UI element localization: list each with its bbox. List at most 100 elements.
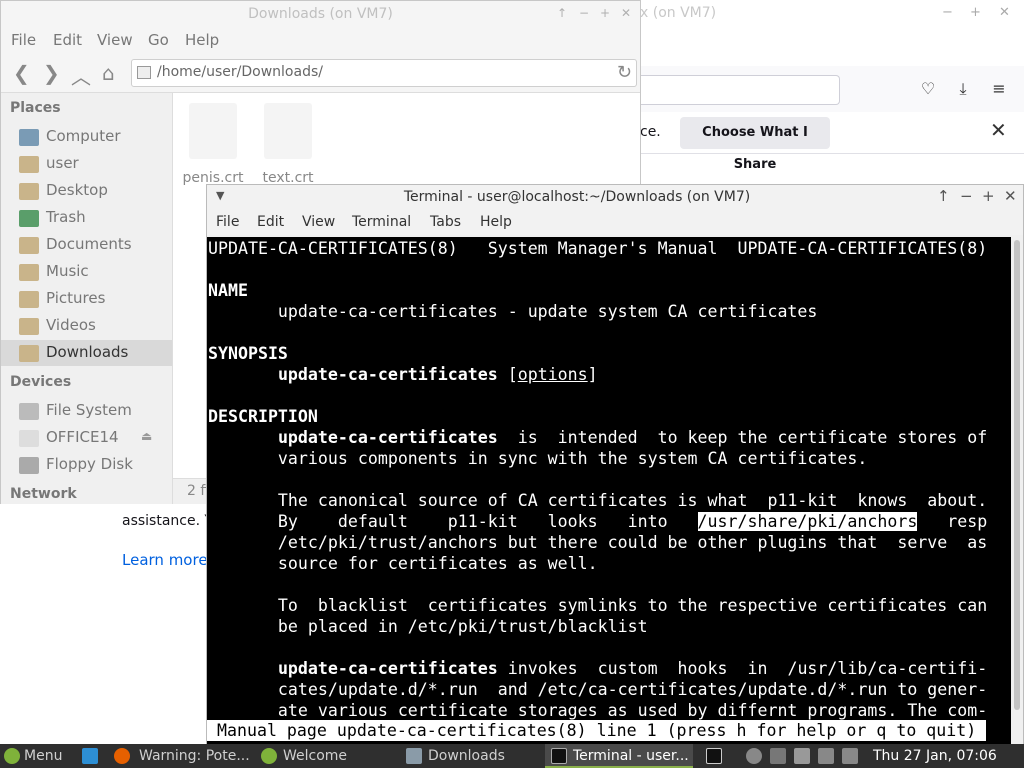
- pin-icon[interactable]: ↑: [937, 187, 950, 205]
- terminal-scrollbar[interactable]: [1011, 237, 1023, 744]
- menu-edit[interactable]: Edit: [53, 31, 82, 49]
- menu-view[interactable]: View: [302, 214, 335, 230]
- selected-text: /usr/share/pki/anchors: [697, 512, 918, 531]
- show-desktop-icon[interactable]: [82, 748, 98, 764]
- file-manager-toolbar: ❮ ❯ ︿ ⌂ /home/user/Downloads/ ↻: [1, 53, 640, 93]
- location-path: /home/user/Downloads/: [157, 64, 323, 80]
- home-icon[interactable]: ⌂: [102, 61, 115, 85]
- floppy-icon: [19, 457, 39, 474]
- network-icon[interactable]: [818, 748, 834, 764]
- file-item[interactable]: penis.crt: [173, 103, 253, 193]
- hamburger-menu-icon[interactable]: ≡: [987, 79, 1011, 99]
- man-section-heading: DESCRIPTION: [208, 407, 318, 426]
- menu-view[interactable]: View: [97, 31, 133, 49]
- download-folder-icon: [19, 345, 39, 362]
- menu-terminal[interactable]: Terminal: [352, 214, 411, 230]
- certificate-file-icon: [264, 103, 312, 159]
- learn-more-link[interactable]: Learn more: [122, 551, 208, 569]
- eject-icon[interactable]: ⏏: [141, 429, 152, 443]
- man-line: /etc/pki/trust/anchors but there could b…: [208, 533, 988, 552]
- folder-icon: [406, 748, 422, 764]
- taskbar-item-label: Terminal - user...: [573, 748, 689, 764]
- taskbar-item-downloads[interactable]: Downloads: [400, 744, 540, 768]
- terminal-window: ▼ Terminal - user@localhost:~/Downloads …: [206, 184, 1024, 744]
- sidebar-item-label: Music: [46, 262, 89, 280]
- menu-tabs[interactable]: Tabs: [430, 214, 461, 230]
- back-icon[interactable]: ❮: [13, 61, 30, 85]
- terminal-launcher-icon[interactable]: [706, 748, 722, 764]
- file-manager-titlebar: Downloads (on VM7) ↑ − + ✕: [1, 1, 640, 29]
- forward-icon[interactable]: ❯: [43, 61, 60, 85]
- pin-icon[interactable]: ↑: [557, 6, 567, 20]
- taskbar-item-welcome[interactable]: Welcome: [255, 744, 395, 768]
- choose-what-i-share-button[interactable]: Choose What I Share: [680, 117, 830, 172]
- minimize-icon[interactable]: −: [579, 6, 589, 20]
- menu-file[interactable]: File: [11, 31, 36, 49]
- menu-edit[interactable]: Edit: [257, 214, 284, 230]
- menu-file[interactable]: File: [216, 214, 239, 230]
- terminal-title: Terminal - user@localhost:~/Downloads (o…: [403, 189, 751, 205]
- scrollbar-thumb[interactable]: [1014, 240, 1020, 710]
- location-bar[interactable]: /home/user/Downloads/ ↻: [131, 59, 637, 87]
- disc-icon: [19, 430, 39, 447]
- close-icon[interactable]: ✕: [999, 5, 1010, 20]
- sidebar-item-user[interactable]: user: [1, 151, 172, 177]
- sidebar-item-label: Documents: [46, 235, 132, 253]
- taskbar: Menu Warning: Pote... Welcome Downloads …: [0, 744, 1024, 768]
- maximize-icon[interactable]: +: [970, 5, 981, 20]
- terminal-menubar: File Edit View Terminal Tabs Help: [207, 211, 1023, 235]
- close-icon[interactable]: ✕: [990, 118, 1007, 142]
- sidebar-item-trash[interactable]: Trash: [1, 205, 172, 231]
- minimize-icon[interactable]: −: [942, 5, 953, 20]
- up-icon[interactable]: ︿: [71, 61, 91, 90]
- taskbar-item-firefox[interactable]: Warning: Pote...: [110, 744, 250, 768]
- taskbar-item-label: Welcome: [283, 748, 348, 764]
- sidebar-item-label: Desktop: [46, 181, 108, 199]
- sidebar-item-computer[interactable]: Computer: [1, 124, 172, 150]
- refresh-icon[interactable]: ↻: [617, 62, 632, 83]
- sidebar-item-office14[interactable]: OFFICE14 ⏏: [1, 425, 172, 451]
- sidebar-item-music[interactable]: Music: [1, 259, 172, 285]
- network-header: Network: [10, 486, 77, 502]
- taskbar-item-label: Warning: Pote...: [139, 748, 250, 764]
- maximize-icon[interactable]: +: [982, 187, 995, 205]
- sidebar-item-pictures[interactable]: Pictures: [1, 286, 172, 312]
- sidebar-item-desktop[interactable]: Desktop: [1, 178, 172, 204]
- taskbar-item-terminal[interactable]: Terminal - user...: [545, 744, 693, 768]
- volume-icon[interactable]: [842, 748, 858, 764]
- user-icon[interactable]: [746, 748, 762, 764]
- folder-icon: [19, 237, 39, 254]
- maximize-icon[interactable]: +: [600, 6, 610, 20]
- file-manager-sidebar: Places Computer user Desktop Trash Docum…: [1, 93, 173, 504]
- clipboard-icon[interactable]: [770, 748, 786, 764]
- terminal-output[interactable]: UPDATE-CA-CERTIFICATES(8) System Manager…: [207, 237, 1011, 744]
- sidebar-item-label: Floppy Disk: [46, 455, 133, 473]
- man-line: cates/update.d/*.run and /etc/ca-certifi…: [208, 680, 988, 699]
- sidebar-item-file-system[interactable]: File System: [1, 398, 172, 424]
- sidebar-item-documents[interactable]: Documents: [1, 232, 172, 258]
- sidebar-item-label: Pictures: [46, 289, 106, 307]
- close-icon[interactable]: ✕: [1004, 187, 1017, 205]
- drive-icon: [19, 403, 39, 420]
- home-folder-icon: [19, 156, 39, 173]
- folder-icon: [19, 291, 39, 308]
- man-line: To blacklist certificates symlinks to th…: [208, 596, 988, 615]
- menu-help[interactable]: Help: [480, 214, 512, 230]
- sidebar-item-downloads[interactable]: Downloads: [1, 340, 172, 366]
- menu-help[interactable]: Help: [185, 31, 219, 49]
- close-icon[interactable]: ✕: [621, 6, 631, 20]
- battery-icon[interactable]: [794, 748, 810, 764]
- menu-go[interactable]: Go: [148, 31, 169, 49]
- download-icon[interactable]: ⤓: [951, 79, 975, 99]
- mint-logo-icon: [4, 748, 20, 764]
- folder-icon: [19, 318, 39, 335]
- firefox-toolbar: ♡ ⤓ ≡: [640, 66, 1024, 112]
- sidebar-item-floppy-disk[interactable]: Floppy Disk: [1, 452, 172, 478]
- pocket-icon[interactable]: ♡: [916, 79, 940, 99]
- start-menu-button[interactable]: Menu: [0, 744, 72, 768]
- clock[interactable]: Thu 27 Jan, 07:06: [873, 744, 997, 768]
- minimize-icon[interactable]: −: [960, 187, 973, 205]
- firefox-url-bar[interactable]: [640, 75, 840, 105]
- file-item[interactable]: text.crt: [248, 103, 328, 193]
- sidebar-item-videos[interactable]: Videos: [1, 313, 172, 339]
